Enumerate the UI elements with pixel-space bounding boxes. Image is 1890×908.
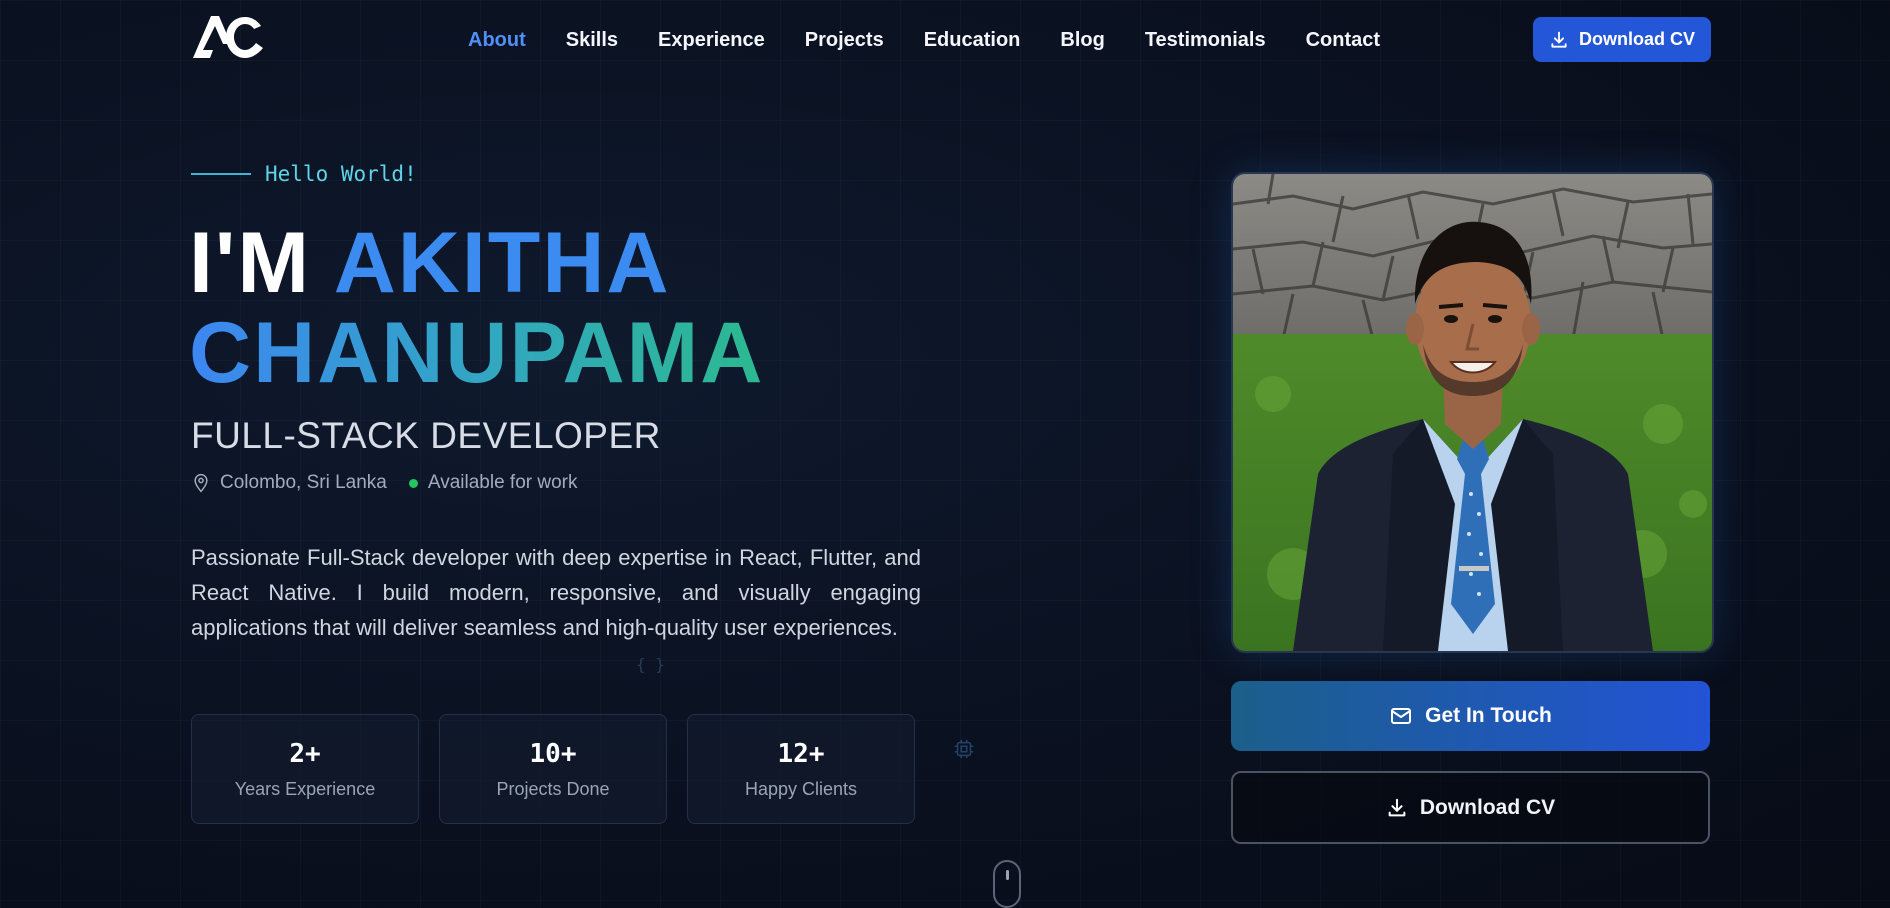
greeting: Hello World! (191, 162, 417, 186)
headline-first-name: AKITHA (333, 215, 671, 311)
hero-headline: I'M AKITHA CHANUPAMA (189, 218, 764, 398)
nav-link-projects[interactable]: Projects (805, 26, 884, 54)
site-logo[interactable] (191, 12, 269, 60)
scroll-down-indicator[interactable] (993, 860, 1021, 908)
download-cv-label: Download CV (1419, 795, 1556, 819)
hero-meta: Colombo, Sri Lanka Available for work (191, 472, 577, 494)
stat-card: 10+ Projects Done (439, 714, 667, 824)
nav-download-cv-label: Download CV (1579, 29, 1695, 49)
nav-link-contact[interactable]: Contact (1306, 26, 1380, 54)
download-icon (1388, 798, 1406, 816)
mail-icon (1391, 708, 1412, 724)
greeting-line (191, 173, 251, 175)
get-in-touch-label: Get In Touch (1425, 704, 1552, 727)
get-in-touch-button[interactable]: Get In Touch (1231, 681, 1710, 751)
stat-value: 2+ (289, 738, 321, 769)
nav-link-experience[interactable]: Experience (658, 26, 765, 54)
nav-link-skills[interactable]: Skills (566, 26, 618, 54)
nav-download-cv-button[interactable]: Download CV (1533, 17, 1711, 62)
stat-value: 12+ (777, 738, 825, 769)
download-icon (1551, 31, 1567, 48)
headline-prefix: I'M (189, 215, 311, 311)
stat-label: Years Experience (234, 778, 376, 799)
availability-text: Available for work (427, 472, 578, 493)
profile-photo (1231, 172, 1714, 653)
nav-link-blog[interactable]: Blog (1060, 26, 1104, 54)
stat-label: Projects Done (496, 778, 610, 799)
nav-link-education[interactable]: Education (924, 26, 1021, 54)
main-nav: About Skills Experience Projects Educati… (468, 26, 1420, 54)
availability-dot (408, 478, 418, 488)
headline-last-name: CHANUPAMA (189, 305, 765, 401)
location-pin-icon (194, 473, 208, 493)
job-title: FULL-STACK DEVELOPER (191, 415, 661, 456)
stat-card: 2+ Years Experience (191, 714, 419, 824)
greeting-text: Hello World! (265, 162, 417, 186)
nav-link-testimonials[interactable]: Testimonials (1145, 26, 1266, 54)
stats-row: 2+ Years Experience 10+ Projects Done 12… (191, 714, 915, 824)
cpu-chip-icon (954, 739, 974, 759)
stat-card: 12+ Happy Clients (687, 714, 915, 824)
location-text: Colombo, Sri Lanka (220, 472, 387, 493)
decor-brackets: { } (636, 655, 665, 674)
download-cv-button[interactable]: Download CV (1231, 771, 1710, 844)
nav-link-about[interactable]: About (468, 26, 526, 54)
stat-label: Happy Clients (744, 778, 858, 799)
stat-value: 10+ (529, 738, 577, 769)
hero-bio: Passionate Full-Stack developer with dee… (191, 545, 921, 640)
